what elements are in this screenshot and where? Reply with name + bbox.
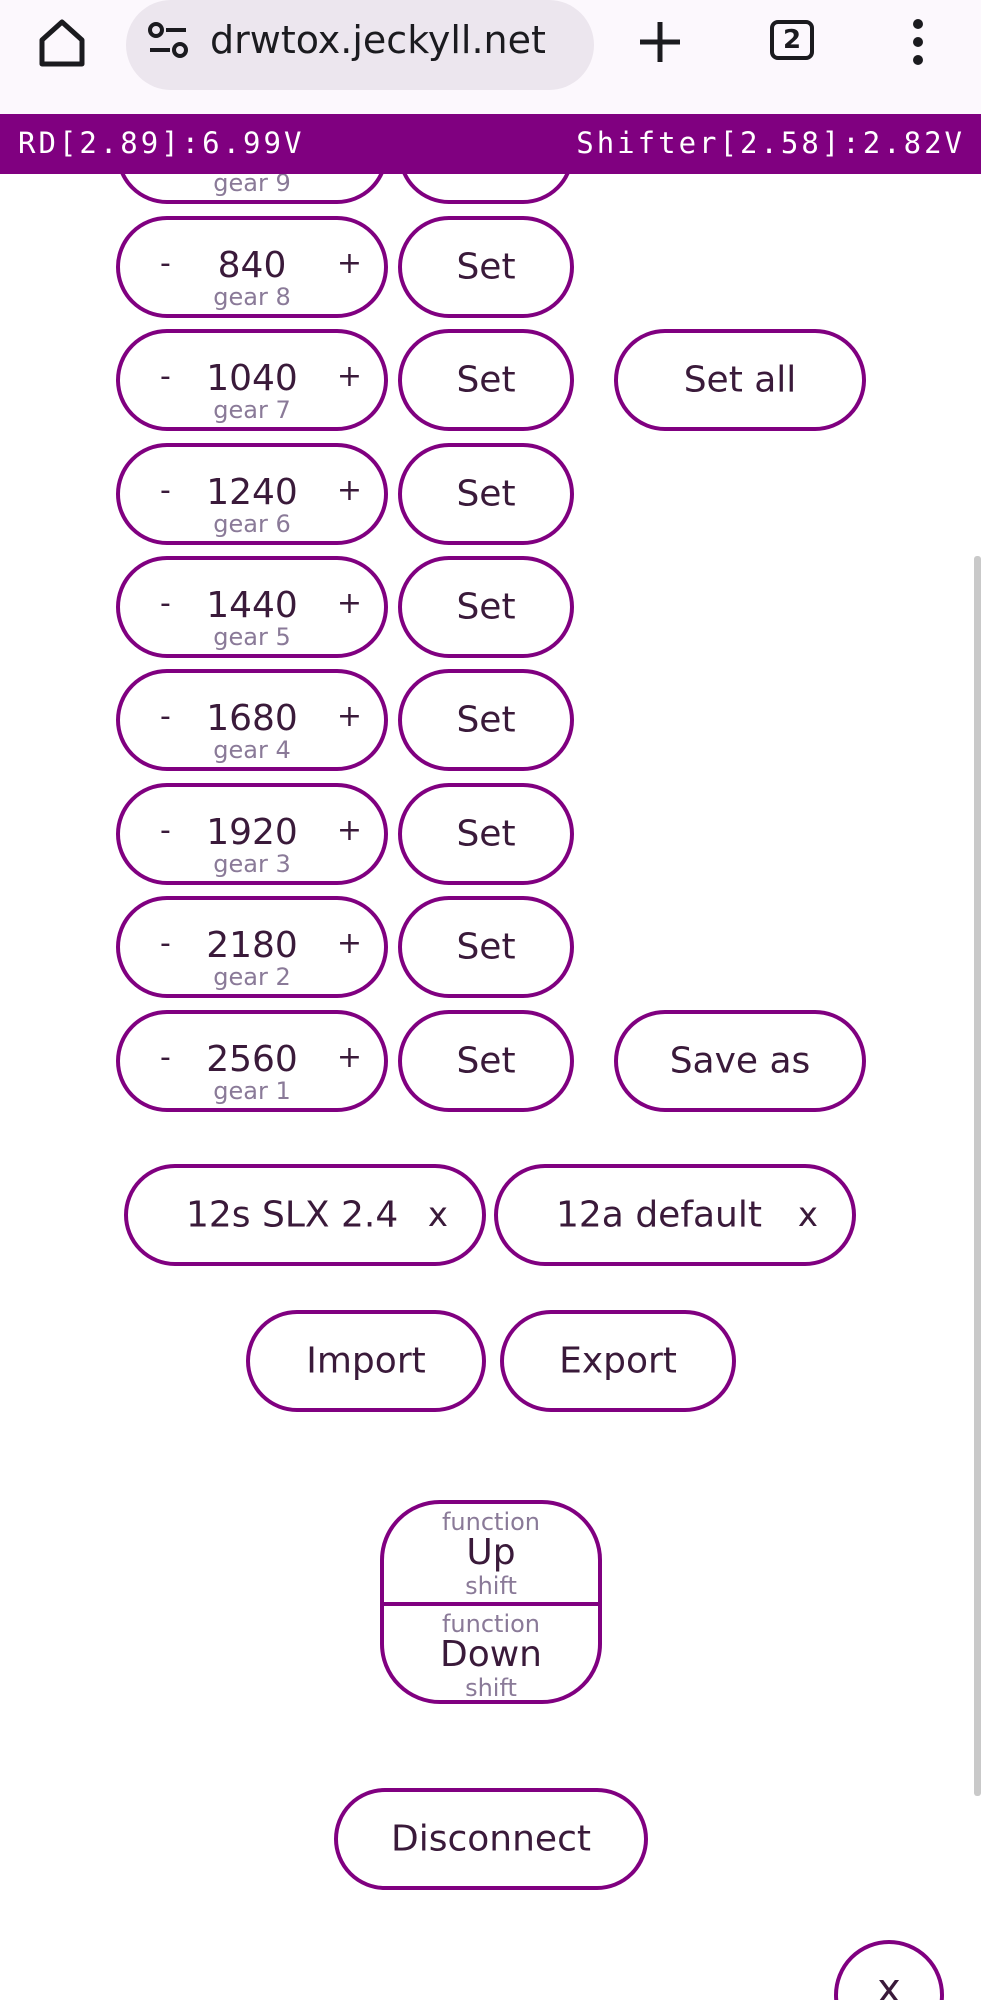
shift-up-button[interactable]: function Up shift	[384, 1504, 598, 1602]
set-label: Set	[456, 246, 516, 288]
increment-button[interactable]: +	[337, 359, 362, 394]
set-label: Set	[456, 473, 516, 515]
set-button-gear-1[interactable]: Set	[398, 1010, 574, 1112]
set-all-label: Set all	[683, 359, 797, 401]
gear-label: gear 5	[213, 623, 291, 651]
remove-preset-button[interactable]: x	[428, 1195, 448, 1235]
close-button[interactable]: x	[834, 1940, 944, 2000]
set-label: Set	[456, 1040, 516, 1082]
tab-switcher-button[interactable]: 2	[770, 20, 814, 60]
increment-button[interactable]: +	[337, 473, 362, 508]
site-settings-icon[interactable]	[146, 20, 190, 60]
set-button-gear-9[interactable]	[398, 174, 574, 204]
status-bar: RD[2.89]:6.99V Shifter[2.58]:2.82V	[0, 114, 981, 174]
shift-up-sub-label: shift	[465, 1572, 517, 1600]
shift-up-label: Up	[466, 1532, 516, 1573]
set-button-gear-2[interactable]: Set	[398, 896, 574, 998]
increment-button[interactable]: +	[337, 586, 362, 621]
set-button-gear-7[interactable]: Set	[398, 329, 574, 431]
save-as-label: Save as	[669, 1040, 811, 1082]
gear-stepper-9[interactable]: gear 9	[116, 174, 388, 204]
import-label: Import	[306, 1340, 426, 1382]
overflow-menu-icon[interactable]	[900, 14, 936, 70]
increment-button[interactable]: +	[337, 699, 362, 734]
set-label: Set	[456, 926, 516, 968]
set-label: Set	[456, 586, 516, 628]
home-icon[interactable]	[34, 14, 90, 70]
set-all-button[interactable]: Set all	[614, 329, 866, 431]
set-button-gear-5[interactable]: Set	[398, 556, 574, 658]
gear-stepper-7: - 1040 + gear 7	[116, 329, 388, 431]
gear-label: gear 8	[213, 283, 291, 311]
preset-chip[interactable]: 12a default x	[494, 1164, 856, 1266]
gear-label: gear 6	[213, 510, 291, 538]
gear-stepper-3: - 1920 + gear 3	[116, 783, 388, 885]
increment-button[interactable]: +	[337, 1040, 362, 1075]
increment-button[interactable]: +	[337, 926, 362, 961]
scrollbar[interactable]	[974, 556, 981, 1796]
increment-button[interactable]: +	[337, 246, 362, 281]
preset-name: 12s SLX 2.4	[186, 1194, 399, 1236]
preset-name: 12a default	[556, 1194, 762, 1236]
gear-label: gear 3	[213, 850, 291, 878]
shift-down-sub-label: shift	[465, 1674, 517, 1702]
viewport: drwtox.jeckyll.net 2 RD[2.89]:6.99V Shif…	[0, 0, 981, 2000]
gear-stepper-8: - 840 + gear 8	[116, 216, 388, 318]
shift-control: function Up shift function Down shift	[380, 1500, 602, 1704]
gear-label: gear 2	[213, 963, 291, 991]
set-button-gear-3[interactable]: Set	[398, 783, 574, 885]
gear-stepper-2: - 2180 + gear 2	[116, 896, 388, 998]
gear-stepper-6: - 1240 + gear 6	[116, 443, 388, 545]
remove-preset-button[interactable]: x	[798, 1195, 818, 1235]
export-button[interactable]: Export	[500, 1310, 736, 1412]
import-button[interactable]: Import	[246, 1310, 486, 1412]
shift-down-label: Down	[439, 1634, 542, 1675]
disconnect-label: Disconnect	[391, 1818, 591, 1860]
gear-stepper-4: - 1680 + gear 4	[116, 669, 388, 771]
rd-voltage-status: RD[2.89]:6.99V	[18, 126, 305, 160]
increment-button[interactable]: +	[337, 813, 362, 848]
browser-toolbar: drwtox.jeckyll.net 2	[0, 0, 981, 114]
new-tab-icon[interactable]	[632, 14, 688, 70]
set-label: Set	[456, 699, 516, 741]
gear-stepper-5: - 1440 + gear 5	[116, 556, 388, 658]
gear-stepper-1: - 2560 + gear 1	[116, 1010, 388, 1112]
export-label: Export	[559, 1340, 677, 1382]
save-as-button[interactable]: Save as	[614, 1010, 866, 1112]
address-bar[interactable]: drwtox.jeckyll.net	[126, 0, 594, 90]
set-button-gear-6[interactable]: Set	[398, 443, 574, 545]
close-icon: x	[877, 1966, 901, 2000]
gear-label: gear 1	[213, 1077, 291, 1105]
disconnect-button[interactable]: Disconnect	[334, 1788, 648, 1890]
gear-label: gear 4	[213, 736, 291, 764]
gear-tuning-panel: gear 9 - 840 + gear 8 Set - 1040 + gear …	[0, 174, 981, 2000]
set-button-gear-4[interactable]: Set	[398, 669, 574, 771]
gear-label: gear 9	[213, 174, 291, 197]
set-label: Set	[456, 813, 516, 855]
gear-label: gear 7	[213, 396, 291, 424]
shift-down-button[interactable]: function Down shift	[384, 1602, 598, 1702]
set-button-gear-8[interactable]: Set	[398, 216, 574, 318]
set-label: Set	[456, 359, 516, 401]
preset-chip[interactable]: 12s SLX 2.4 x	[124, 1164, 486, 1266]
url-text[interactable]: drwtox.jeckyll.net	[210, 18, 546, 62]
shifter-voltage-status: Shifter[2.58]:2.82V	[576, 126, 965, 160]
